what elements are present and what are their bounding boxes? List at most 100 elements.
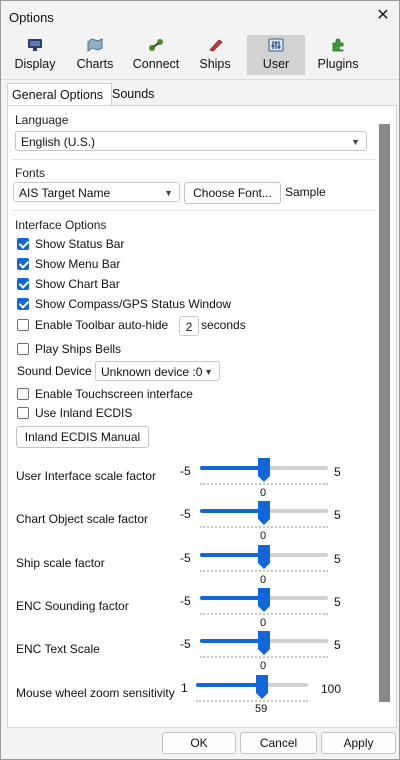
language-section-title: Language bbox=[15, 113, 69, 127]
slider-fill bbox=[196, 683, 262, 687]
toolbar-user-button[interactable]: User bbox=[247, 35, 305, 75]
toolbar-user-label: User bbox=[262, 57, 290, 71]
slider-thumb[interactable] bbox=[258, 588, 270, 612]
interface-section-title: Interface Options bbox=[15, 218, 107, 232]
scale-max-label: 5 bbox=[334, 595, 341, 609]
scale-min-label: -5 bbox=[180, 464, 191, 478]
scale-label: Chart Object scale factor bbox=[16, 512, 149, 526]
slider-value: 0 bbox=[260, 660, 267, 672]
scale-min-label: -5 bbox=[180, 594, 191, 608]
checkbox-label: Show Compass/GPS Status Window bbox=[35, 297, 232, 311]
slider-fill bbox=[200, 596, 264, 600]
divider bbox=[12, 159, 376, 160]
slider-fill bbox=[200, 553, 264, 557]
slider-thumb[interactable] bbox=[258, 458, 270, 482]
fonts-section-title: Fonts bbox=[15, 166, 46, 180]
chevron-down-icon: ▼ bbox=[351, 137, 360, 147]
slider-value: 0 bbox=[260, 574, 267, 586]
checkbox-box[interactable] bbox=[17, 258, 29, 270]
toolbar-ships-label: Ships bbox=[199, 57, 231, 71]
scale-min-label: -5 bbox=[180, 507, 191, 521]
user-sliders-icon bbox=[268, 38, 284, 52]
chevron-down-icon: ▼ bbox=[204, 367, 213, 377]
checkbox-label: Enable Toolbar auto-hide bbox=[35, 318, 169, 332]
window-title: Options bbox=[9, 10, 54, 25]
inland-ecdis-manual-button[interactable]: Inland ECDIS Manual bbox=[16, 426, 149, 448]
choose-font-button[interactable]: Choose Font... bbox=[184, 182, 281, 204]
slider-value: 0 bbox=[260, 487, 267, 499]
scale-max-label: 5 bbox=[334, 552, 341, 566]
ok-button[interactable]: OK bbox=[162, 732, 236, 754]
sound-device-label: Sound Device bbox=[17, 364, 92, 378]
toolbar-connect-label: Connect bbox=[132, 57, 180, 71]
checkbox-label: Show Chart Bar bbox=[35, 277, 120, 291]
font-sample-text: Sample bbox=[285, 185, 326, 199]
language-select[interactable]: English (U.S.) ▼ bbox=[15, 131, 367, 151]
toolbar-connect-button[interactable]: Connect bbox=[129, 35, 183, 75]
font-element-select[interactable]: AIS Target Name ▼ bbox=[13, 182, 180, 202]
scale-max-label: 5 bbox=[334, 508, 341, 522]
toolbar-plugins-button[interactable]: Plugins bbox=[313, 35, 363, 75]
slider-ticks bbox=[196, 700, 308, 704]
slider-thumb[interactable] bbox=[258, 631, 270, 655]
checkbox-box[interactable] bbox=[17, 238, 29, 250]
vertical-scrollbar[interactable] bbox=[379, 124, 390, 702]
language-value: English (U.S.) bbox=[21, 135, 96, 149]
apply-button[interactable]: Apply bbox=[321, 732, 396, 754]
cancel-button[interactable]: Cancel bbox=[240, 732, 317, 754]
scale-label: ENC Sounding factor bbox=[16, 599, 129, 613]
checkbox-box[interactable] bbox=[17, 388, 29, 400]
toolbar-plugins-label: Plugins bbox=[317, 57, 359, 71]
dialog-footer: OK Cancel Apply bbox=[1, 729, 399, 759]
slider-fill bbox=[200, 466, 264, 470]
toolbar-display-button[interactable]: Display bbox=[9, 35, 61, 75]
divider bbox=[12, 210, 376, 211]
sound-device-select[interactable]: Unknown device :0 ▼ bbox=[95, 361, 220, 381]
scale-min-label: -5 bbox=[180, 637, 191, 651]
toolbar-charts-label: Charts bbox=[76, 57, 114, 71]
font-element-value: AIS Target Name bbox=[19, 186, 111, 200]
scale-max-label: 100 bbox=[321, 682, 342, 696]
close-icon[interactable]: ✕ bbox=[371, 4, 395, 28]
toolbar-ships-button[interactable]: Ships bbox=[191, 35, 239, 75]
checkbox-box[interactable] bbox=[17, 343, 29, 355]
slider-fill bbox=[200, 509, 264, 513]
scale-label: Mouse wheel zoom sensitivity bbox=[16, 686, 175, 700]
scale-min-label: -5 bbox=[180, 551, 191, 565]
checkbox-label: Show Menu Bar bbox=[35, 257, 121, 271]
checkbox-box[interactable] bbox=[17, 407, 29, 419]
slider-thumb[interactable] bbox=[258, 545, 270, 569]
sound-device-value: Unknown device :0 bbox=[101, 365, 203, 379]
slider-fill bbox=[200, 639, 264, 643]
category-toolbar: Display Charts Connect Ships User Plugin… bbox=[1, 33, 399, 80]
monitor-icon bbox=[28, 39, 42, 51]
scale-label: Ship scale factor bbox=[16, 556, 105, 570]
checkbox-label: Play Ships Bells bbox=[35, 342, 122, 356]
checkbox-box[interactable] bbox=[17, 319, 29, 331]
connect-icon bbox=[149, 39, 163, 51]
checkbox-label: Show Status Bar bbox=[35, 237, 125, 251]
toolbar-charts-button[interactable]: Charts bbox=[71, 35, 119, 75]
general-options-panel: Language English (U.S.) ▼ Fonts AIS Targ… bbox=[7, 105, 397, 728]
slider-thumb[interactable] bbox=[258, 501, 270, 525]
scale-label: ENC Text Scale bbox=[16, 642, 100, 656]
chevron-down-icon: ▼ bbox=[164, 188, 173, 198]
scale-max-label: 5 bbox=[334, 465, 341, 479]
autohide-unit-label: seconds bbox=[201, 318, 246, 332]
slider-value: 59 bbox=[255, 703, 268, 715]
toolbar-display-label: Display bbox=[14, 57, 56, 71]
charts-icon bbox=[87, 38, 103, 52]
checkbox-box[interactable] bbox=[17, 278, 29, 290]
slider-value: 0 bbox=[260, 617, 267, 629]
plugins-icon bbox=[332, 38, 344, 52]
autohide-seconds-input[interactable]: 2 bbox=[179, 316, 199, 336]
slider-value: 0 bbox=[260, 530, 267, 542]
tab-general-options[interactable]: General Options bbox=[7, 83, 112, 106]
checkbox-label: Use Inland ECDIS bbox=[35, 406, 133, 420]
scale-min-label: 1 bbox=[181, 681, 188, 695]
title-bar: Options ✕ bbox=[1, 1, 399, 33]
checkbox-box[interactable] bbox=[17, 298, 29, 310]
slider-thumb[interactable] bbox=[256, 675, 268, 699]
tab-sounds[interactable]: Sounds bbox=[108, 83, 158, 105]
checkbox-label: Enable Touchscreen interface bbox=[35, 387, 193, 401]
